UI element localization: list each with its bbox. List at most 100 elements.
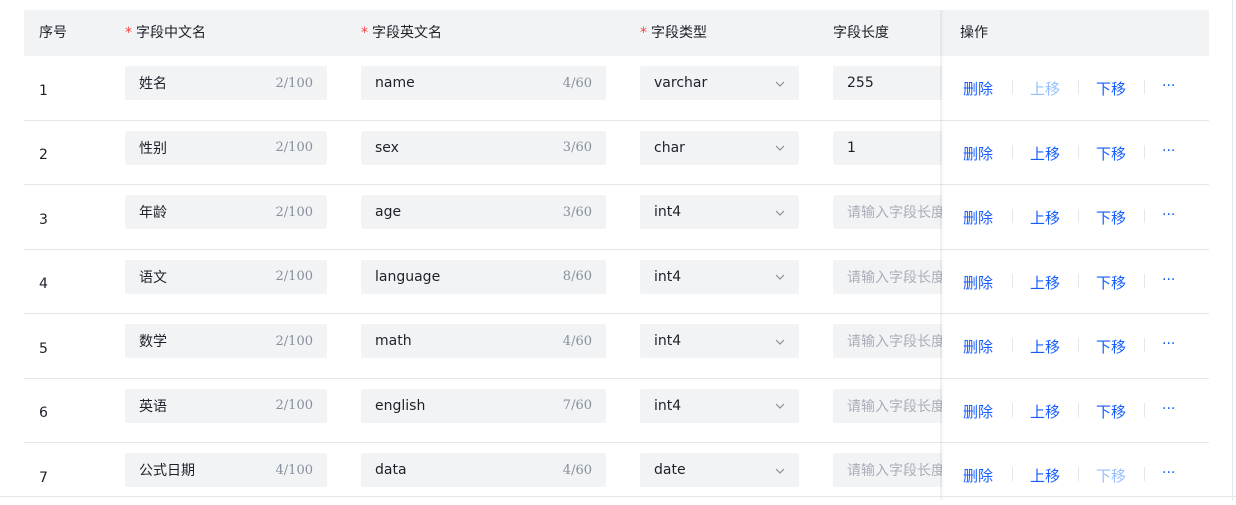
action-divider <box>1078 338 1079 352</box>
delete-button[interactable]: 删除 <box>963 78 993 99</box>
col-en-name-header: * 字段英文名 <box>361 25 442 41</box>
type-value: date <box>654 462 686 478</box>
table-bottom-border <box>0 496 1236 497</box>
fixed-column-shadow <box>940 10 944 500</box>
actions-cell: 删除 上移 下移 ··· <box>942 314 1209 378</box>
delete-button[interactable]: 删除 <box>963 401 993 422</box>
action-divider <box>1144 209 1145 223</box>
move-up-button[interactable]: 上移 <box>1030 401 1060 422</box>
en-name-value: language <box>375 268 441 285</box>
length-placeholder: 请输入字段长度 <box>847 269 945 286</box>
move-up-button[interactable]: 上移 <box>1030 272 1060 293</box>
row-index: 6 <box>39 405 48 422</box>
type-select[interactable]: int4 <box>640 259 799 294</box>
action-divider <box>1078 209 1079 223</box>
chevron-down-icon <box>775 464 785 477</box>
delete-button[interactable]: 删除 <box>963 336 993 357</box>
move-down-button[interactable]: 下移 <box>1096 336 1126 357</box>
table-row: 4 语文 2/100 language 8/60 int4 请输入字段长度 删除… <box>24 249 1209 314</box>
action-divider <box>1144 467 1145 481</box>
cn-name-input[interactable]: 数学 2/100 <box>125 324 327 358</box>
more-actions-button[interactable]: ··· <box>1162 143 1175 159</box>
en-name-input[interactable]: english 7/60 <box>361 388 606 423</box>
cn-name-input[interactable]: 英语 2/100 <box>125 388 327 423</box>
action-divider <box>1144 338 1145 352</box>
move-up-button[interactable]: 上移 <box>1030 78 1060 99</box>
actions-cell: 删除 上移 下移 ··· <box>942 120 1209 184</box>
cn-name-value: 公式日期 <box>139 463 195 479</box>
more-actions-button[interactable]: ··· <box>1162 78 1175 94</box>
move-up-button[interactable]: 上移 <box>1030 336 1060 357</box>
move-down-button[interactable]: 下移 <box>1096 143 1126 164</box>
move-down-button[interactable]: 下移 <box>1096 78 1126 99</box>
delete-button[interactable]: 删除 <box>963 465 993 486</box>
en-name-input[interactable]: sex 3/60 <box>361 130 606 165</box>
en-name-value: name <box>375 75 415 91</box>
move-up-button[interactable]: 上移 <box>1030 465 1060 486</box>
type-select[interactable]: varchar <box>640 66 799 100</box>
action-divider <box>1012 467 1013 481</box>
table-header: 序号 * 字段中文名 * 字段英文名 * 字段类型 字段长度 操作 <box>24 10 1209 56</box>
cn-name-value: 姓名 <box>139 76 167 92</box>
type-select[interactable]: date <box>640 453 799 487</box>
col-type-header: * 字段类型 <box>640 25 707 41</box>
cn-name-input[interactable]: 姓名 2/100 <box>125 66 327 100</box>
more-actions-button[interactable]: ··· <box>1162 465 1175 481</box>
en-name-input[interactable]: language 8/60 <box>361 259 606 294</box>
type-select[interactable]: char <box>640 130 799 165</box>
en-name-input[interactable]: name 4/60 <box>361 66 606 100</box>
length-placeholder: 请输入字段长度 <box>847 205 945 221</box>
cn-name-value: 英语 <box>139 398 167 415</box>
cn-name-value: 性别 <box>139 140 167 157</box>
action-divider <box>1144 80 1145 94</box>
en-name-value: english <box>375 397 426 414</box>
table-row: 3 年龄 2/100 age 3/60 int4 请输入字段长度 删除 上移 下… <box>24 185 1209 250</box>
cn-name-input[interactable]: 性别 2/100 <box>125 130 327 165</box>
en-name-value: data <box>375 462 407 478</box>
row-index: 4 <box>39 276 48 293</box>
en-name-input[interactable]: math 4/60 <box>361 324 606 358</box>
move-up-button[interactable]: 上移 <box>1030 143 1060 164</box>
en-name-value: age <box>375 204 402 220</box>
type-value: varchar <box>654 75 708 91</box>
chevron-down-icon <box>775 141 785 154</box>
move-down-button[interactable]: 下移 <box>1096 207 1126 228</box>
move-down-button[interactable]: 下移 <box>1096 272 1126 293</box>
length-placeholder: 请输入字段长度 <box>847 463 945 479</box>
move-down-button[interactable]: 下移 <box>1096 465 1126 486</box>
en-name-counter: 4/60 <box>562 333 592 349</box>
more-actions-button[interactable]: ··· <box>1162 207 1175 223</box>
delete-button[interactable]: 删除 <box>963 272 993 293</box>
action-divider <box>1012 273 1013 288</box>
chevron-down-icon <box>775 77 785 90</box>
cn-name-value: 数学 <box>139 334 167 350</box>
move-up-button[interactable]: 上移 <box>1030 207 1060 228</box>
row-index: 5 <box>39 340 48 357</box>
action-divider <box>1144 144 1145 159</box>
type-select[interactable]: int4 <box>640 324 799 358</box>
delete-button[interactable]: 删除 <box>963 143 993 164</box>
type-select[interactable]: int4 <box>640 195 799 229</box>
action-divider <box>1012 402 1013 417</box>
action-divider <box>1012 338 1013 352</box>
en-name-input[interactable]: age 3/60 <box>361 195 606 229</box>
cn-name-counter: 2/100 <box>275 204 313 220</box>
cn-name-value: 语文 <box>139 269 167 286</box>
en-name-counter: 3/60 <box>562 140 592 155</box>
action-divider <box>1078 467 1079 481</box>
move-down-button[interactable]: 下移 <box>1096 401 1126 422</box>
type-select[interactable]: int4 <box>640 388 799 423</box>
more-actions-button[interactable]: ··· <box>1162 336 1175 352</box>
cn-name-input[interactable]: 公式日期 4/100 <box>125 453 327 487</box>
cn-name-input[interactable]: 语文 2/100 <box>125 259 327 294</box>
chevron-down-icon <box>775 335 785 348</box>
en-name-value: sex <box>375 139 399 156</box>
action-divider <box>1144 273 1145 288</box>
en-name-input[interactable]: data 4/60 <box>361 453 606 487</box>
table-row: 5 数学 2/100 math 4/60 int4 请输入字段长度 删除 上移 … <box>24 314 1209 379</box>
more-actions-button[interactable]: ··· <box>1162 272 1175 288</box>
cn-name-input[interactable]: 年龄 2/100 <box>125 195 327 229</box>
delete-button[interactable]: 删除 <box>963 207 993 228</box>
required-mark: * <box>125 25 132 41</box>
more-actions-button[interactable]: ··· <box>1162 401 1175 417</box>
